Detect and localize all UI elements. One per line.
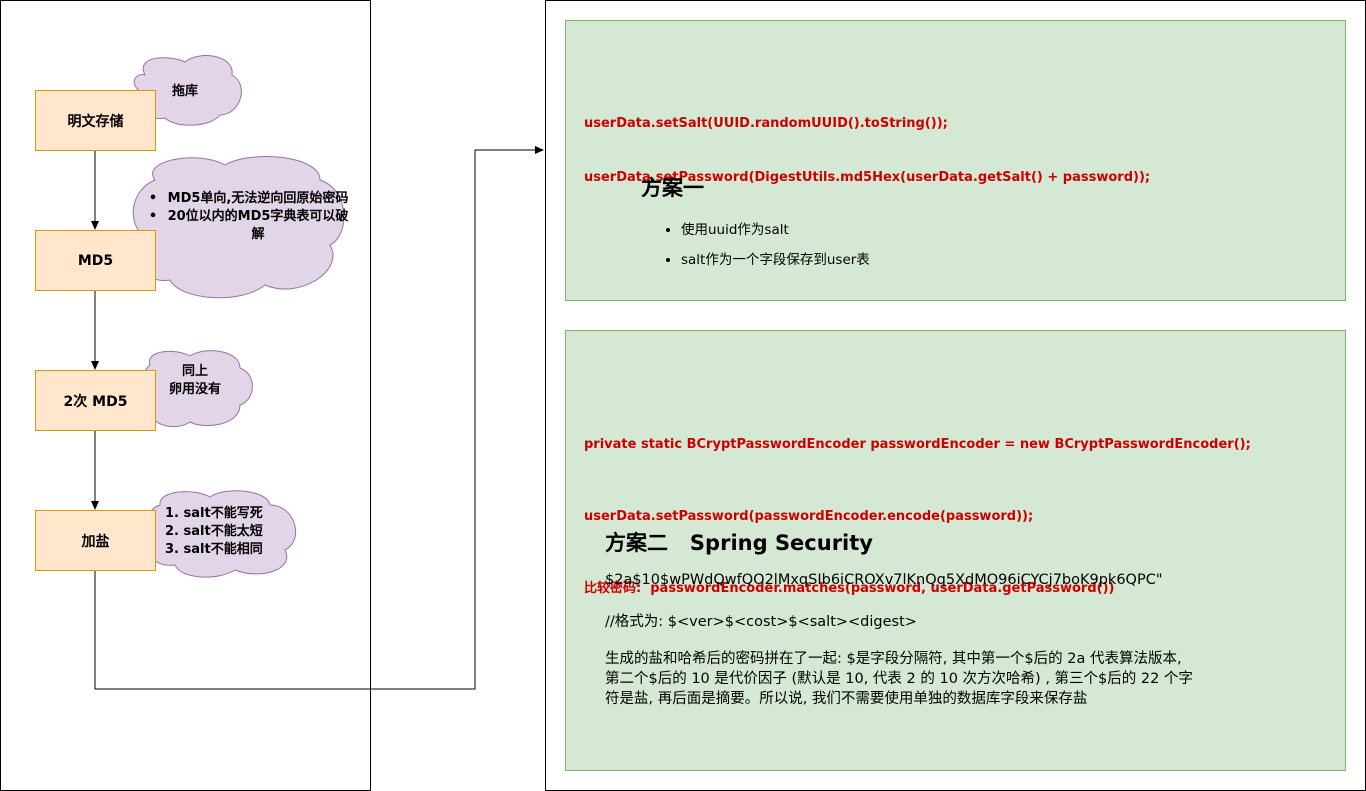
scheme1-code-line: userData.setSalt(UUID.randomUUID().toStr… [584, 116, 948, 131]
bullet-dot: • [148, 209, 158, 224]
step-salt: 加盐 [35, 510, 156, 571]
scheme2-format: //格式为: $<ver>$<cost>$<salt><digest> [605, 614, 917, 630]
scheme2-code-line: private static BCryptPasswordEncoder pas… [584, 437, 1251, 452]
scheme1-bullet: 使用uuid作为salt [681, 215, 870, 245]
note-salt-line: 2. salt不能太短 [165, 524, 263, 539]
scheme2-hash: $2a$10$wPWdQwfQO2lMxqSIb6iCROXv7lKnQq5Xd… [605, 572, 1163, 588]
note-md5-item: • 20位以内的MD5字典表可以破解 [140, 208, 350, 244]
note-md5: • MD5单向,无法逆向回原始密码 • 20位以内的MD5字典表可以破解 [140, 190, 350, 244]
step-md5: MD5 [35, 230, 156, 291]
note-md5-text: 20位以内的MD5字典表可以破解 [167, 209, 349, 242]
scheme2-description: 生成的盐和哈希后的密码拼在了一起: $是字段分隔符, 其中第一个$后的 2a 代… [605, 649, 1193, 709]
scheme2-description-line: 生成的盐和哈希后的密码拼在了一起: $是字段分隔符, 其中第一个$后的 2a 代… [605, 651, 1182, 667]
note-md5-text: MD5单向,无法逆向回原始密码 [167, 191, 349, 206]
scheme2-code: private static BCryptPasswordEncoder pas… [584, 385, 1251, 625]
note-md5-item: • MD5单向,无法逆向回原始密码 [140, 190, 350, 208]
scheme1-bullet: salt作为一个字段保存到user表 [681, 245, 870, 275]
note-salt-line: 3. salt不能相同 [165, 542, 263, 557]
note-double-md5-line: 同上 [181, 364, 208, 379]
step-double-md5: 2次 MD5 [35, 370, 156, 431]
note-salt: 1. salt不能写死 2. salt不能太短 3. salt不能相同 [165, 505, 295, 559]
step-plaintext: 明文存储 [35, 90, 156, 151]
scheme1-bullets: 使用uuid作为salt salt作为一个字段保存到user表 [661, 215, 870, 275]
scheme2-code-line: userData.setPassword(passwordEncoder.enc… [584, 509, 1034, 524]
note-plaintext: 拖库 [171, 84, 198, 99]
scheme2-title: 方案二 Spring Security [605, 531, 873, 555]
bullet-dot: • [148, 191, 158, 206]
note-salt-line: 1. salt不能写死 [165, 506, 263, 521]
note-double-md5: 同上 卵用没有 [155, 363, 235, 399]
scheme2-description-line: 符是盐, 再后面是摘要。所以说, 我们不需要使用单独的数据库字段来保存盐 [605, 691, 1088, 707]
scheme1-title: 方案一 [641, 176, 704, 200]
note-double-md5-line: 卵用没有 [168, 382, 221, 397]
scheme2-description-line: 第二个$后的 10 是代价因子 (默认是 10, 代表 2 的 10 次方次哈希… [605, 671, 1193, 687]
